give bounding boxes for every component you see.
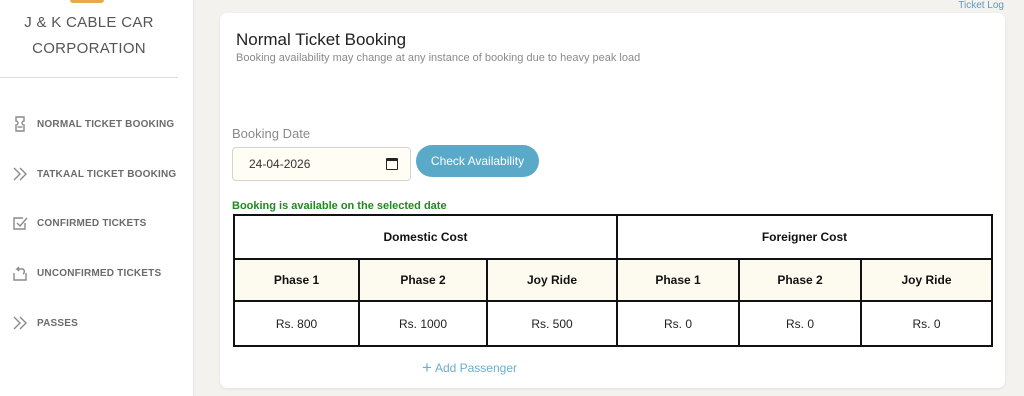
return-arrow-icon bbox=[0, 264, 37, 282]
ticket-icon bbox=[0, 115, 37, 133]
check-availability-button[interactable]: Check Availability bbox=[416, 145, 539, 177]
add-passenger-button[interactable]: + Add Passenger bbox=[422, 358, 517, 377]
checkbox-icon bbox=[0, 214, 37, 232]
brand-line-2: CORPORATION bbox=[32, 40, 146, 57]
price-cell: Rs. 0 bbox=[860, 300, 993, 347]
phase-header: Joy Ride bbox=[860, 258, 993, 302]
price-cell: Rs. 500 bbox=[486, 300, 618, 347]
sidebar-item-tatkaal-ticket-booking[interactable]: TATKAAL TICKET BOOKING bbox=[0, 157, 194, 191]
price-cell: Rs. 1000 bbox=[358, 300, 488, 347]
price-cell: Rs. 800 bbox=[233, 300, 360, 347]
sidebar-item-passes[interactable]: PASSES bbox=[0, 306, 194, 340]
sidebar-item-label: UNCONFIRMED TICKETS bbox=[37, 267, 162, 279]
phase-header: Phase 2 bbox=[738, 258, 862, 302]
double-chevron-icon bbox=[0, 314, 37, 332]
double-chevron-icon bbox=[0, 165, 37, 183]
calendar-icon[interactable] bbox=[386, 158, 398, 170]
sidebar-item-label: PASSES bbox=[37, 317, 79, 329]
availability-message: Booking is available on the selected dat… bbox=[232, 200, 447, 212]
phase-header: Phase 2 bbox=[358, 258, 488, 302]
brand-line-1: J & K CABLE CAR bbox=[24, 14, 154, 31]
sidebar-item-normal-ticket-booking[interactable]: NORMAL TICKET BOOKING bbox=[0, 107, 194, 141]
sidebar-item-unconfirmed-tickets[interactable]: UNCONFIRMED TICKETS bbox=[0, 256, 194, 290]
table-row: Domestic Cost Foreigner Cost bbox=[233, 214, 993, 260]
table-row: Phase 1 Phase 2 Joy Ride Phase 1 Phase 2… bbox=[233, 258, 993, 302]
table-row: Rs. 800 Rs. 1000 Rs. 500 Rs. 0 Rs. 0 Rs.… bbox=[233, 300, 993, 347]
sidebar-item-label: CONFIRMED TICKETS bbox=[37, 217, 147, 229]
brand-divider bbox=[0, 77, 178, 78]
plus-icon: + bbox=[422, 358, 432, 377]
logo bbox=[70, 0, 104, 3]
brand-name: J & K CABLE CAR CORPORATION bbox=[0, 10, 178, 62]
phase-header: Joy Ride bbox=[486, 258, 618, 302]
foreigner-cost-header: Foreigner Cost bbox=[616, 214, 993, 260]
booking-date-input[interactable]: 24-04-2026 bbox=[232, 147, 411, 181]
page-title: Normal Ticket Booking bbox=[236, 30, 407, 49]
cost-table: Domestic Cost Foreigner Cost Phase 1 Pha… bbox=[233, 214, 993, 347]
booking-date-value: 24-04-2026 bbox=[249, 157, 311, 171]
sidebar-item-confirmed-tickets[interactable]: CONFIRMED TICKETS bbox=[0, 206, 194, 240]
sidebar: J & K CABLE CAR CORPORATION NORMAL TICKE… bbox=[0, 0, 194, 396]
page-subtitle: Booking availability may change at any i… bbox=[236, 52, 641, 64]
phase-header: Phase 1 bbox=[616, 258, 740, 302]
sidebar-item-label: NORMAL TICKET BOOKING bbox=[37, 118, 175, 130]
ticket-log-link[interactable]: Ticket Log bbox=[958, 0, 1004, 11]
price-cell: Rs. 0 bbox=[616, 300, 740, 347]
sidebar-item-label: TATKAAL TICKET BOOKING bbox=[37, 168, 177, 180]
phase-header: Phase 1 bbox=[233, 258, 360, 302]
domestic-cost-header: Domestic Cost bbox=[233, 214, 618, 260]
add-passenger-label: Add Passenger bbox=[434, 361, 517, 375]
price-cell: Rs. 0 bbox=[738, 300, 862, 347]
booking-date-label: Booking Date bbox=[232, 126, 311, 141]
booking-card: Normal Ticket Booking Booking availabili… bbox=[220, 13, 1005, 388]
